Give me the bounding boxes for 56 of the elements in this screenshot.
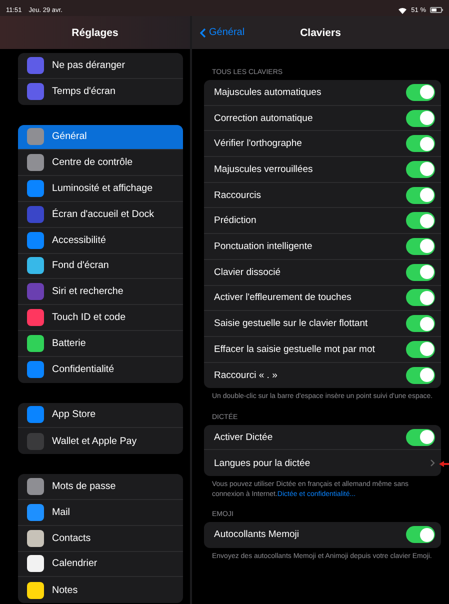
- toggle-switch[interactable]: [406, 212, 435, 230]
- setting-label: Majuscules verrouillées: [214, 164, 313, 175]
- sidebar-item[interactable]: Contacts: [18, 526, 183, 552]
- sidebar-item[interactable]: App Store: [18, 402, 183, 428]
- toggle-switch[interactable]: [406, 160, 435, 178]
- sidebar-item[interactable]: Mail: [18, 500, 183, 526]
- toggle-switch[interactable]: [406, 84, 435, 101]
- sidebar-item[interactable]: Ne pas déranger: [18, 53, 183, 79]
- back-button[interactable]: Général: [200, 27, 245, 38]
- setting-label: Prédiction: [214, 215, 256, 226]
- toggle-switch[interactable]: [406, 428, 435, 446]
- annotation-arrow-icon: [439, 461, 449, 467]
- setting-label: Autocollants Memoji: [214, 529, 300, 540]
- toggle-switch[interactable]: [406, 289, 435, 306]
- setting-label: Raccourcis: [214, 190, 261, 201]
- toggle-switch[interactable]: [406, 186, 435, 204]
- sidebar-item[interactable]: Siri et recherche: [18, 279, 183, 306]
- setting-label: Clavier dissocié: [214, 266, 281, 278]
- sidebar-item[interactable]: Centre de contrôle: [18, 150, 183, 176]
- sidebar-item[interactable]: Calendrier: [18, 552, 183, 578]
- setting-label: Effacer la saisie gestuelle mot par mot: [214, 344, 375, 355]
- setting-label: Majuscules automatiques: [214, 86, 322, 98]
- sidebar-item[interactable]: Mots de passe: [18, 474, 183, 500]
- toggle-switch[interactable]: [406, 340, 435, 358]
- sidebar-item[interactable]: Luminosité et affichage: [18, 176, 183, 202]
- toggle-switch[interactable]: [406, 110, 435, 127]
- sidebar-item[interactable]: Wallet et Apple Pay: [18, 428, 183, 454]
- toggle-switch[interactable]: [406, 366, 435, 384]
- sidebar-item[interactable]: Fond d'écran: [18, 254, 183, 280]
- sidebar-title: Réglages: [72, 26, 118, 38]
- sidebar-item[interactable]: Confidentialité: [18, 356, 183, 383]
- page-title: Claviers: [300, 26, 341, 38]
- sidebar-item[interactable]: Accessibilité: [18, 228, 183, 254]
- setting-label: Ponctuation intelligente: [214, 240, 312, 252]
- setting-label: Correction automatique: [214, 112, 313, 124]
- toggle-switch[interactable]: [406, 315, 435, 332]
- sidebar-item[interactable]: Écran d'accueil et Dock: [18, 202, 183, 228]
- sidebar-item[interactable]: Général: [18, 124, 183, 150]
- setting-label: Activer Dictée: [214, 432, 273, 443]
- setting-label: Activer l'effleurement de touches: [214, 292, 352, 304]
- setting-label: Raccourci « . »: [214, 370, 278, 381]
- sidebar-item[interactable]: Temps d'écran: [18, 78, 183, 105]
- chevron-right-icon[interactable]: [430, 459, 435, 468]
- sidebar-item[interactable]: Batterie: [18, 330, 183, 357]
- toggle-switch[interactable]: [406, 526, 435, 544]
- setting-label: Langues pour la dictée: [214, 458, 310, 469]
- toggle-switch[interactable]: [406, 264, 435, 281]
- chevron-left-icon: [200, 28, 206, 38]
- sidebar-item[interactable]: Touch ID et code: [18, 305, 183, 331]
- battery-icon: [430, 7, 443, 13]
- wifi-icon: [398, 6, 408, 14]
- setting-label: Saisie gestuelle sur le clavier flottant: [214, 318, 368, 330]
- toggle-switch[interactable]: [406, 238, 435, 255]
- setting-label: Vérifier l'orthographe: [214, 138, 302, 150]
- toggle-switch[interactable]: [406, 135, 435, 152]
- sidebar-item[interactable]: Notes: [18, 577, 183, 604]
